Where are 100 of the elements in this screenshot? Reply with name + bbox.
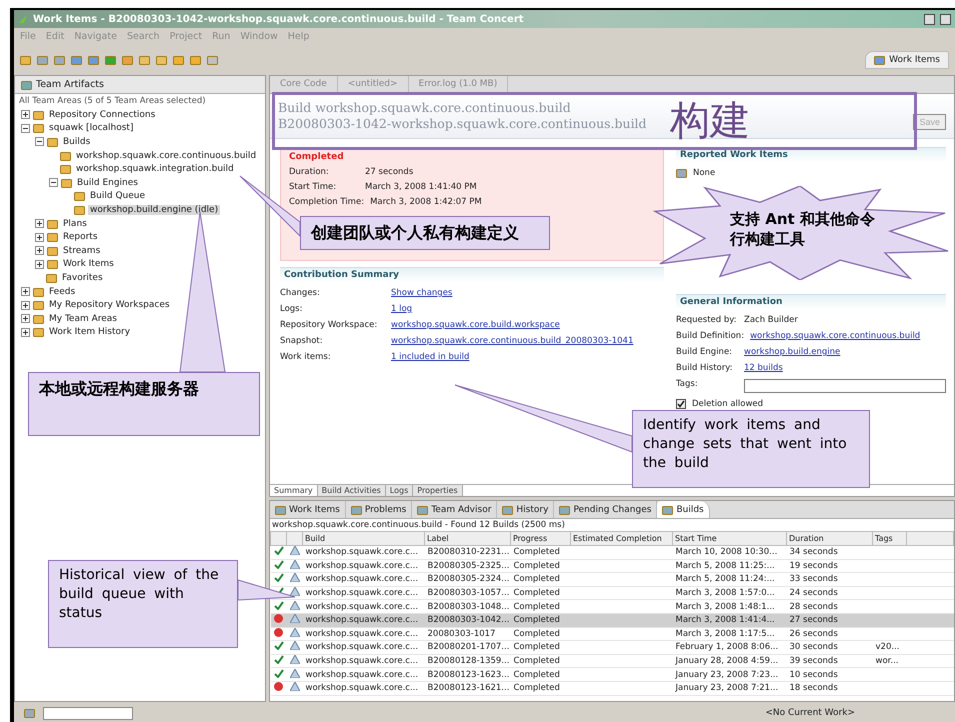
- field-value: March 3, 2008 1:41:40 PM: [365, 182, 477, 192]
- table-cell: workshop.squawk.core.c...: [302, 613, 424, 628]
- column-header[interactable]: Progress: [510, 532, 570, 546]
- app-icon: [18, 14, 28, 24]
- folder-icon: [33, 300, 44, 310]
- view-icon: [417, 504, 428, 514]
- tree-item[interactable]: Reports: [61, 232, 100, 242]
- checkbox[interactable]: [676, 399, 686, 409]
- expand-icon[interactable]: [21, 314, 30, 324]
- column-header[interactable]: Estimated Completion: [570, 532, 672, 546]
- field-label: Snapshot:: [280, 336, 324, 346]
- field-label: Build Engine:: [676, 347, 734, 357]
- view-tab[interactable]: Work Items: [270, 501, 346, 518]
- table-cell: 33 seconds: [786, 572, 872, 586]
- expand-icon[interactable]: [21, 287, 30, 296]
- toolbar-icon: [88, 55, 99, 65]
- expand-icon[interactable]: [35, 232, 44, 242]
- collapse-icon[interactable]: [21, 124, 30, 133]
- tree-item[interactable]: Build Engines: [75, 178, 140, 188]
- tree-item[interactable]: squawk [localhost]: [47, 123, 136, 134]
- view-tab[interactable]: Builds: [657, 501, 710, 518]
- toolbar-icon: [173, 55, 184, 65]
- page-tab[interactable]: Build Activities: [318, 485, 386, 496]
- tree-item[interactable]: Repository Connections: [47, 110, 158, 120]
- tree-item[interactable]: My Team Areas: [47, 314, 120, 324]
- tree-item[interactable]: Streams: [61, 246, 102, 256]
- folder-icon: [61, 178, 72, 188]
- toolbar-icon: [156, 55, 167, 65]
- field-link[interactable]: 1 log: [391, 304, 412, 314]
- field-value: 27 seconds: [365, 167, 414, 177]
- field-label: Work items:: [280, 352, 332, 362]
- perspective-tab[interactable]: Work Items: [865, 51, 949, 69]
- field-link[interactable]: workshop.squawk.core.build.workspace: [391, 320, 560, 330]
- expand-icon[interactable]: [21, 328, 30, 337]
- view-tab[interactable]: History: [497, 501, 554, 518]
- field-value: March 3, 2008 1:42:07 PM: [370, 197, 482, 207]
- status-icon: [24, 708, 35, 718]
- column-header[interactable]: Start Time: [672, 532, 786, 546]
- table-cell: B20080305-2324...: [424, 572, 510, 586]
- folder-icon: [74, 191, 85, 202]
- tree-item[interactable]: Favorites: [60, 272, 105, 283]
- field-link[interactable]: Show changes: [391, 288, 452, 298]
- view-icon: [350, 504, 362, 514]
- builds-summary: workshop.squawk.core.continuous.build - Found 12 Builds (2500 ms): [271, 519, 566, 531]
- work-items-icon: [874, 55, 886, 65]
- field-link[interactable]: workshop.squawk.core.continuous.build_20080303-1041: [391, 336, 634, 346]
- collapse-icon[interactable]: [49, 178, 58, 188]
- tree-item[interactable]: Builds: [61, 136, 92, 147]
- table-cell: B20080201-1707...: [424, 640, 510, 654]
- expand-icon[interactable]: [21, 300, 30, 310]
- tree-item[interactable]: Work Item History: [47, 327, 132, 338]
- callout-box: Historical view of the build queue with status: [48, 560, 238, 648]
- tree-item[interactable]: Plans: [61, 218, 89, 229]
- current-work: <No Current Work>: [765, 708, 855, 718]
- view-icon: [502, 504, 514, 514]
- table-cell: March 10, 2008 10:30...: [672, 546, 786, 560]
- table-cell: workshop.squawk.core.c...: [302, 668, 424, 682]
- expand-icon[interactable]: [35, 219, 44, 228]
- table-cell: 10 seconds: [786, 668, 872, 682]
- tree-item[interactable]: Build Queue: [88, 191, 148, 202]
- column-header[interactable]: Duration: [786, 532, 872, 546]
- tree-item[interactable]: workshop.squawk.integration.build: [74, 164, 236, 174]
- folder-icon: [47, 246, 58, 256]
- minimize-button[interactable]: [924, 14, 935, 24]
- view-tab[interactable]: Team Artifacts: [15, 76, 265, 94]
- editor-subtitle: B20080303-1042-workshop.squawk.core.continuous.build: [278, 116, 648, 132]
- column-header[interactable]: Label: [424, 532, 510, 546]
- field-link[interactable]: 12 builds: [744, 363, 783, 373]
- field-label: Build Definition:: [676, 331, 744, 341]
- toolbar-icon: [54, 55, 65, 65]
- folder-icon: [47, 136, 58, 147]
- table-cell: B20080123-1623...: [424, 668, 510, 682]
- expand-icon[interactable]: [35, 260, 44, 269]
- field-link[interactable]: 1 included in build: [391, 352, 470, 362]
- page-tab[interactable]: Properties: [413, 485, 463, 496]
- toolbar-icon: [20, 55, 31, 65]
- table-cell: workshop.squawk.core.c...: [302, 600, 424, 614]
- tree-item[interactable]: Feeds: [47, 286, 78, 297]
- view-icon: [275, 504, 286, 514]
- tree-item[interactable]: My Repository Workspaces: [47, 300, 172, 310]
- tags-field[interactable]: [744, 379, 946, 393]
- folder-icon: [74, 204, 85, 215]
- view-tab[interactable]: Team Advisor: [412, 501, 498, 518]
- expand-icon[interactable]: [21, 110, 30, 120]
- page-tab[interactable]: Logs: [386, 485, 414, 496]
- tree-item[interactable]: Work Items: [61, 259, 116, 270]
- tree-item[interactable]: workshop.build.engine (idle): [88, 204, 220, 215]
- field-label: Repository Workspace:: [280, 320, 378, 330]
- field-link[interactable]: workshop.build.engine: [744, 347, 840, 357]
- field-link[interactable]: workshop.squawk.core.continuous.build: [750, 331, 920, 341]
- tree-item[interactable]: workshop.squawk.core.continuous.build: [74, 150, 258, 161]
- column-header[interactable]: Build: [302, 532, 424, 546]
- section-heading: Contribution Summary: [280, 267, 664, 282]
- expand-icon[interactable]: [35, 246, 44, 256]
- collapse-icon[interactable]: [35, 137, 44, 146]
- table-cell: workshop.squawk.core.c...: [302, 681, 424, 696]
- view-tab[interactable]: Problems: [346, 501, 412, 518]
- column-header[interactable]: Tags: [872, 532, 906, 546]
- status-field[interactable]: [43, 706, 133, 720]
- maximize-button[interactable]: [940, 14, 951, 24]
